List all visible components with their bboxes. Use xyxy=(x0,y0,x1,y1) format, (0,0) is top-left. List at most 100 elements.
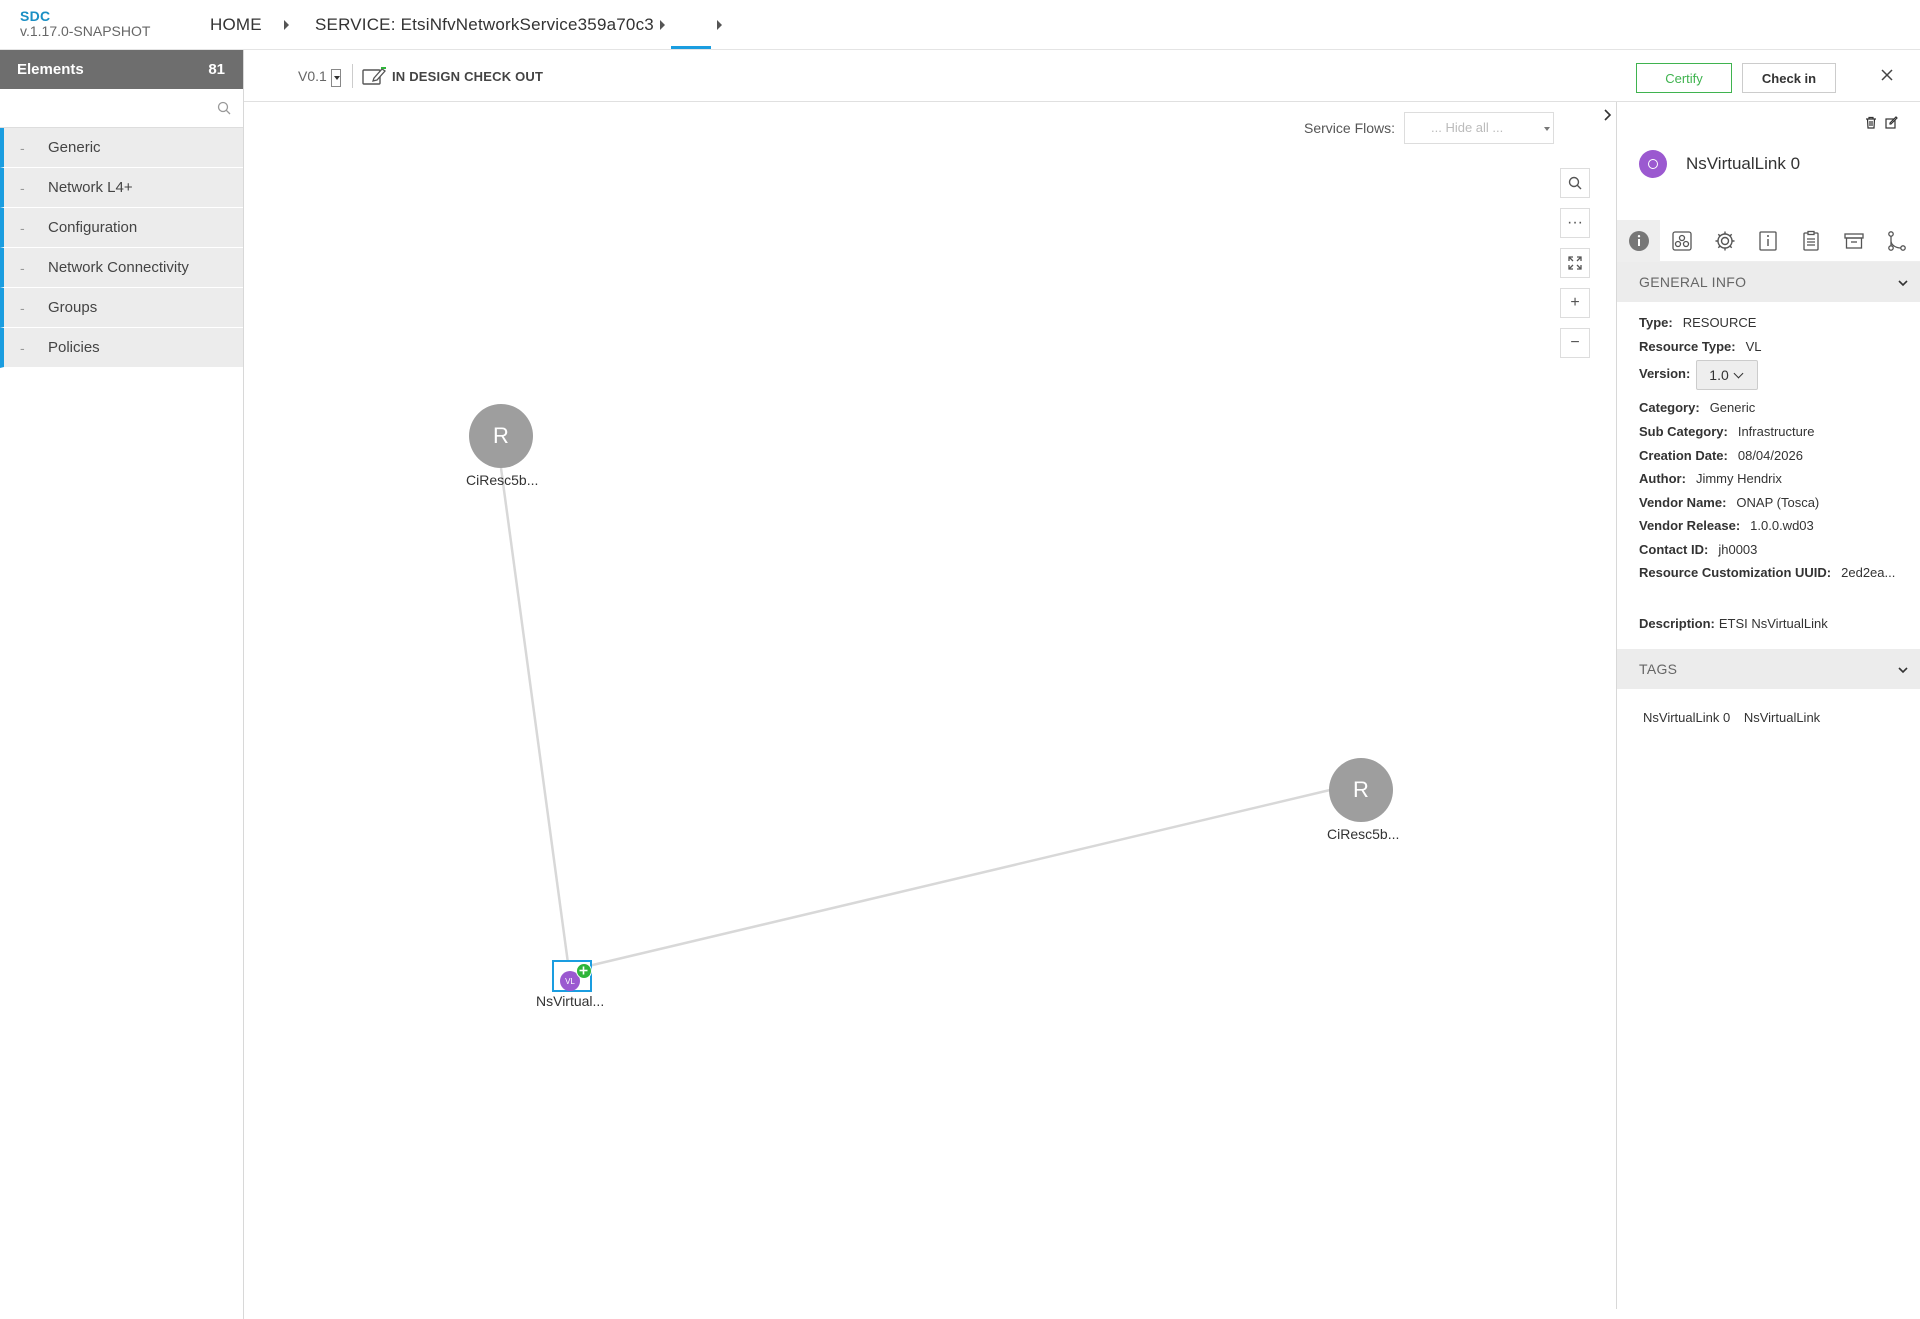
composition-canvas[interactable]: Service Flows: ... Hide all ... ··· + − … xyxy=(244,102,1616,1309)
toolbar-divider xyxy=(352,64,353,88)
sidebar-item-label: Configuration xyxy=(48,219,138,236)
field-vendor-release: Vendor Release: 1.0.0.wd03 xyxy=(1639,518,1814,533)
node-label[interactable]: NsVirtual... xyxy=(536,993,604,1009)
collapse-dash-icon: - xyxy=(20,139,25,156)
field-category: Category: Generic xyxy=(1639,400,1756,415)
field-contact-id: Contact ID: jh0003 xyxy=(1639,542,1758,557)
tab-relations[interactable] xyxy=(1875,220,1918,262)
selected-vl-node[interactable]: VL xyxy=(552,960,592,992)
field-creation-date: Creation Date: 08/04/2026 xyxy=(1639,448,1803,463)
layers-icon xyxy=(1843,233,1864,249)
chevron-down-icon[interactable] xyxy=(1897,663,1909,679)
breadcrumb-arrow-icon[interactable] xyxy=(717,20,722,30)
field-vendor-name: Vendor Name: ONAP (Tosca) xyxy=(1639,495,1820,510)
section-title: GENERAL INFO xyxy=(1639,274,1747,290)
top-header: SDC v.1.17.0-SNAPSHOT HOME SERVICE: Etsi… xyxy=(0,0,1920,50)
node-label[interactable]: CiResc5b... xyxy=(1327,826,1399,842)
app-logo[interactable]: SDC v.1.17.0-SNAPSHOT xyxy=(20,9,150,39)
field-author: Author: Jimmy Hendrix xyxy=(1639,471,1782,486)
collapse-dash-icon: - xyxy=(20,219,25,236)
close-icon[interactable] xyxy=(1880,68,1894,87)
sidebar-item-groups[interactable]: - Groups xyxy=(0,288,243,328)
edit-icon[interactable] xyxy=(1885,116,1898,134)
tab-deployment-artifacts[interactable] xyxy=(1660,220,1703,262)
tab-api[interactable] xyxy=(1789,220,1832,262)
tags-section[interactable]: TAGS xyxy=(1617,649,1920,689)
general-info-section[interactable]: GENERAL INFO xyxy=(1617,262,1920,302)
graph-links xyxy=(499,467,1331,979)
graph-link[interactable] xyxy=(579,788,1331,970)
sidebar-item-label: Network L4+ xyxy=(48,179,133,196)
collapse-panel-icon[interactable] xyxy=(1600,104,1616,126)
breadcrumb-active-indicator xyxy=(671,46,711,49)
delete-icon[interactable] xyxy=(1865,116,1877,134)
tab-information-artifacts[interactable] xyxy=(1746,220,1789,262)
chevron-down-icon xyxy=(1733,368,1744,379)
version-dropdown-icon[interactable] xyxy=(331,69,341,87)
sidebar-item-generic[interactable]: - Generic xyxy=(0,128,243,168)
resource-node[interactable]: R xyxy=(469,404,533,468)
gear-icon xyxy=(1715,231,1734,251)
breadcrumb-arrow-icon[interactable] xyxy=(660,20,665,30)
resource-node[interactable]: R xyxy=(1329,758,1393,822)
info-box-icon xyxy=(1758,231,1777,251)
workspace-toolbar: V0.1 IN DESIGN CHECK OUT Certify Check i… xyxy=(244,50,1920,102)
node-label[interactable]: CiResc5b... xyxy=(466,472,538,488)
breadcrumb-home[interactable]: HOME xyxy=(210,15,262,35)
field-description: Description: ETSI NsVirtualLink xyxy=(1639,616,1828,631)
field-customization-uuid: Resource Customization UUID: 2ed2ea... xyxy=(1639,565,1896,580)
search-icon[interactable] xyxy=(217,101,231,120)
component-avatar xyxy=(1639,150,1667,178)
graph-link[interactable] xyxy=(499,467,572,979)
field-version: Version: 1.0 xyxy=(1639,360,1759,390)
checkout-status-icon xyxy=(362,66,388,91)
chevron-down-icon[interactable] xyxy=(1897,276,1909,292)
sidebar-item-label: Policies xyxy=(48,339,100,356)
add-connection-icon[interactable] xyxy=(576,963,592,979)
lifecycle-status: IN DESIGN CHECK OUT xyxy=(392,69,544,84)
panel-actions xyxy=(1865,116,1898,134)
info-icon xyxy=(1628,231,1649,251)
sidebar-title: Elements xyxy=(17,61,84,78)
tag: NsVirtualLink xyxy=(1743,710,1821,725)
sidebar-search xyxy=(0,89,243,128)
details-panel: NsVirtualLink 0 GENERAL INFO Type: RESOUR… xyxy=(1616,102,1920,1309)
check-in-button[interactable]: Check in xyxy=(1742,63,1836,93)
section-title: TAGS xyxy=(1639,661,1678,677)
version-selector[interactable]: V0.1 xyxy=(298,68,327,84)
collapse-dash-icon: - xyxy=(20,179,25,196)
field-type: Type: RESOURCE xyxy=(1639,315,1757,330)
clipboard-icon xyxy=(1802,230,1819,251)
sidebar-item-network-connectivity[interactable]: - Network Connectivity xyxy=(0,248,243,288)
app-name: SDC xyxy=(20,8,51,24)
sidebar-item-policies[interactable]: - Policies xyxy=(0,328,243,368)
sidebar-item-configuration[interactable]: - Configuration xyxy=(0,208,243,248)
panel-title: NsVirtualLink 0 xyxy=(1686,154,1801,173)
elements-search-input[interactable] xyxy=(0,89,243,127)
collapse-dash-icon: - xyxy=(20,339,25,356)
collapse-dash-icon: - xyxy=(20,299,25,316)
elements-count: 81 xyxy=(208,61,225,78)
breadcrumb-service[interactable]: SERVICE: EtsiNfvNetworkService359a70c3 xyxy=(315,15,654,35)
field-sub-category: Sub Category: Infrastructure xyxy=(1639,424,1815,439)
relations-icon xyxy=(1887,231,1906,251)
tag: NsVirtualLink 0 xyxy=(1643,710,1731,725)
tags-list: NsVirtualLink 0 NsVirtualLink xyxy=(1643,710,1830,725)
collapse-dash-icon: - xyxy=(20,259,25,276)
sidebar-item-label: Network Connectivity xyxy=(48,259,189,276)
panel-tabs xyxy=(1617,220,1920,262)
certify-button[interactable]: Certify xyxy=(1636,63,1732,93)
sidebar-header: Elements 81 xyxy=(0,50,243,89)
version-select[interactable]: 1.0 xyxy=(1696,360,1759,390)
app-version: v.1.17.0-SNAPSHOT xyxy=(20,23,151,39)
sidebar-item-network-l4[interactable]: - Network L4+ xyxy=(0,168,243,208)
field-resource-type: Resource Type: VL xyxy=(1639,339,1762,354)
tab-composition[interactable] xyxy=(1832,220,1875,262)
tab-properties[interactable] xyxy=(1703,220,1746,262)
tab-general-info[interactable] xyxy=(1617,220,1660,262)
sidebar-item-label: Generic xyxy=(48,139,101,156)
elements-sidebar: Elements 81 - Generic - Network L4+ - Confi… xyxy=(0,50,244,1319)
sidebar-item-label: Groups xyxy=(48,299,98,316)
artifacts-icon xyxy=(1671,231,1692,251)
breadcrumb-arrow-icon[interactable] xyxy=(284,20,289,30)
